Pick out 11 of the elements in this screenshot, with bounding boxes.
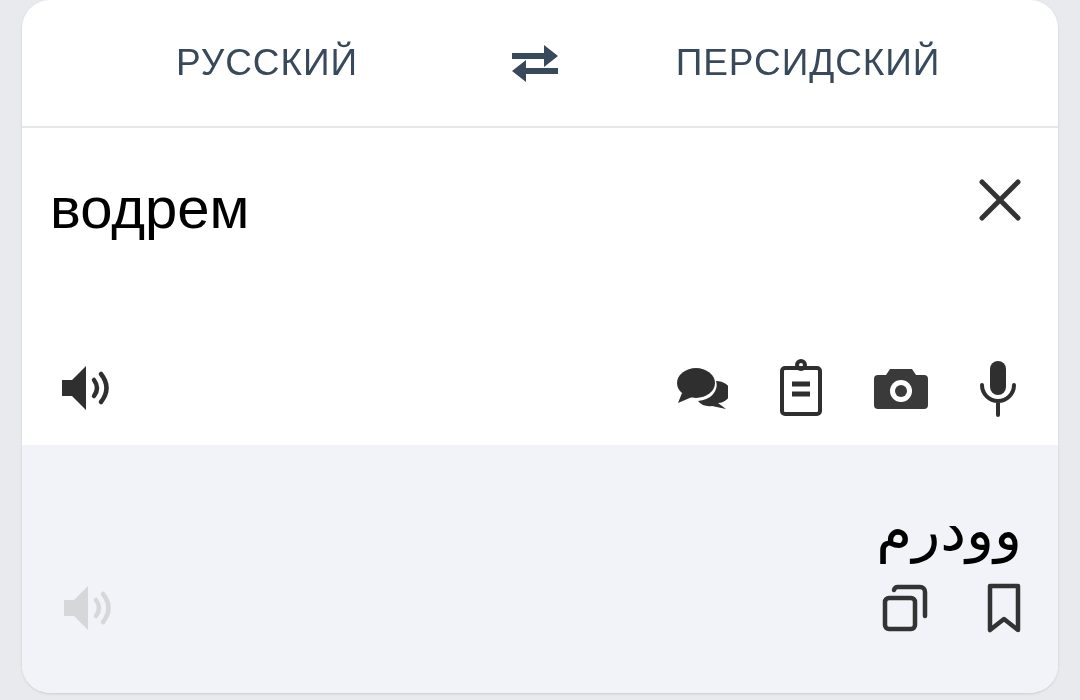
microphone-icon[interactable] [978, 359, 1018, 417]
copy-icon[interactable] [882, 584, 928, 632]
bookmark-icon[interactable] [986, 583, 1022, 633]
close-icon[interactable] [978, 178, 1022, 222]
chat-bubbles-icon[interactable] [676, 365, 728, 411]
swap-languages-icon[interactable] [512, 43, 558, 83]
clipboard-icon[interactable] [778, 358, 824, 418]
source-language-tab[interactable]: РУССКИЙ [22, 35, 512, 91]
input-field[interactable]: водрем [50, 164, 850, 251]
translation-text: وودرم [876, 495, 1022, 565]
target-language-tab[interactable]: ПЕРСИДСКИЙ [558, 35, 1058, 91]
